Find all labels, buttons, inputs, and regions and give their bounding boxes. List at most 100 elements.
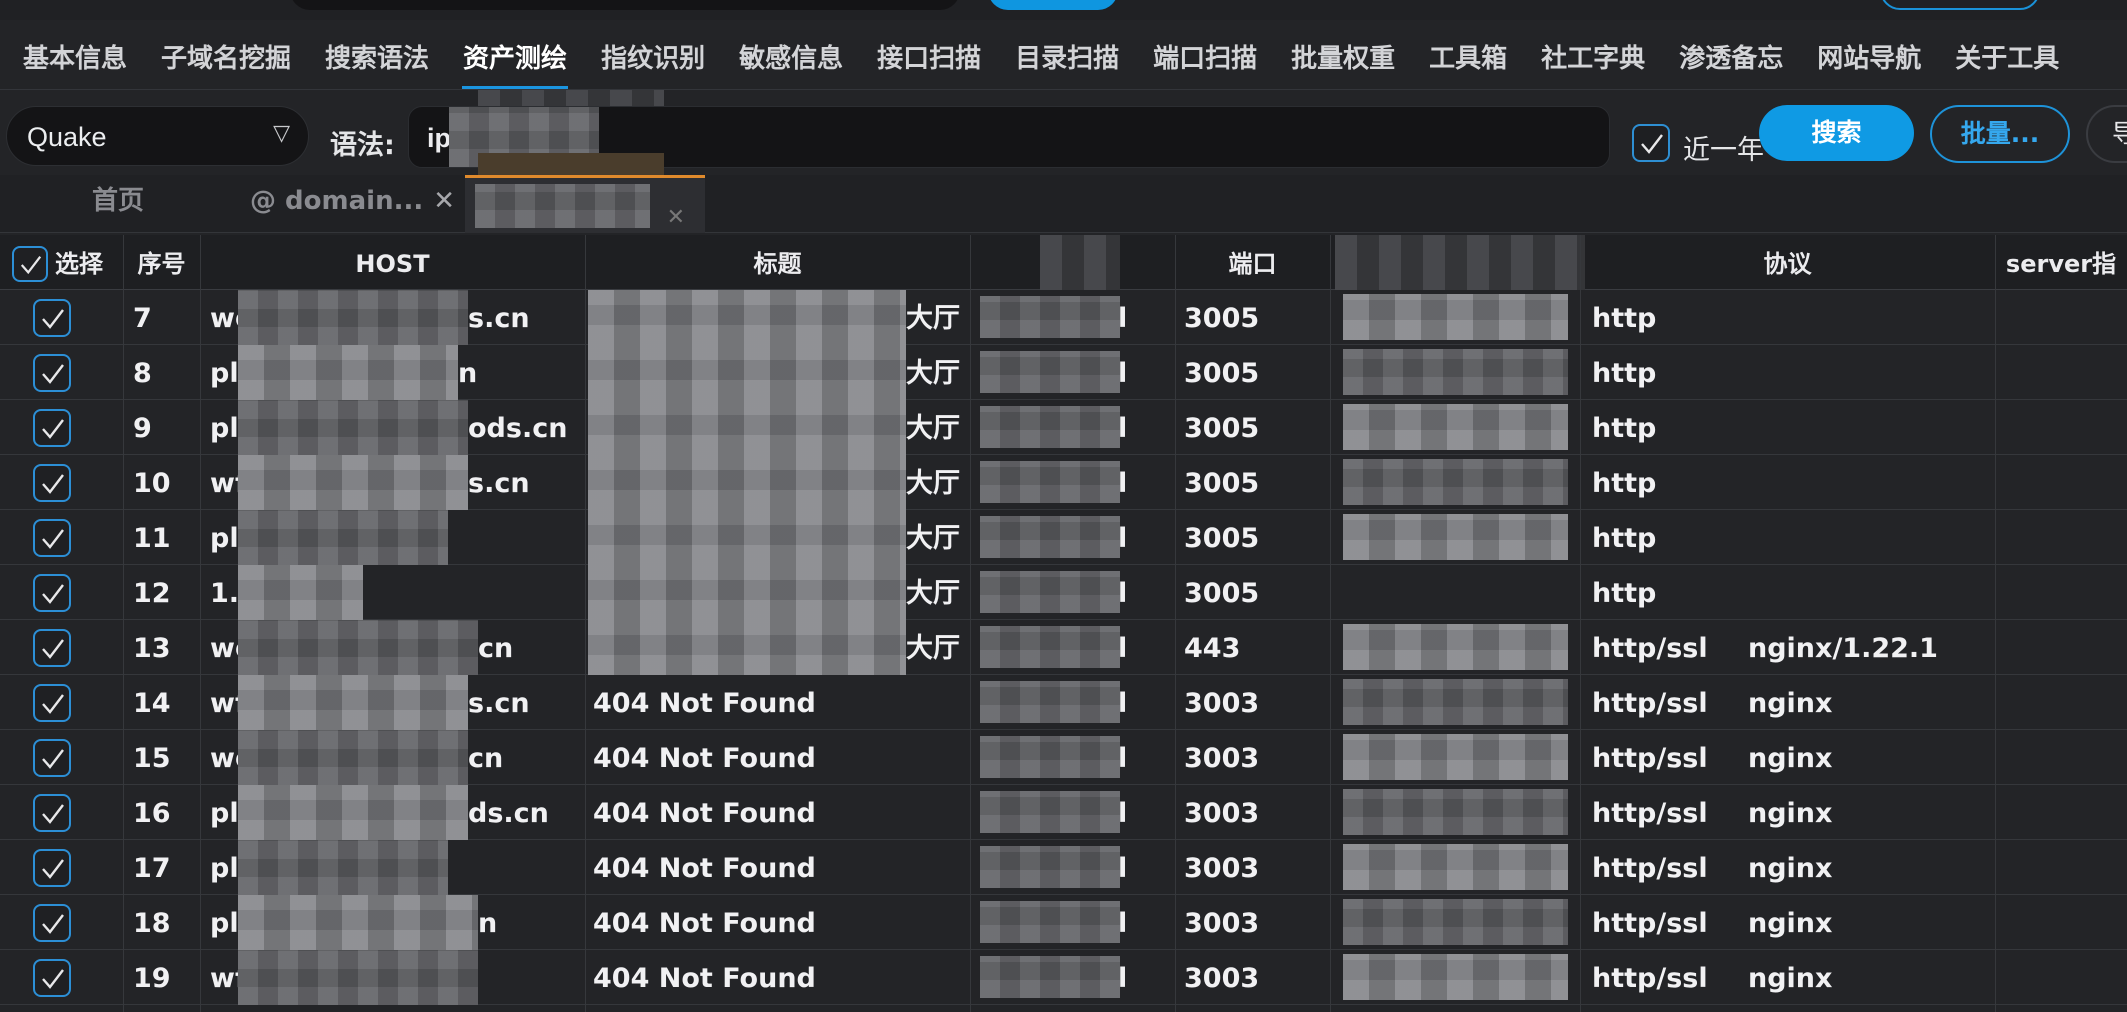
row-checkbox[interactable] [33, 629, 71, 667]
row-checkbox[interactable] [33, 794, 71, 832]
table-row[interactable]: 11 pl 大厅 l 3005 http [0, 510, 2127, 565]
tab-10[interactable]: 工具箱 [1418, 20, 1518, 90]
table-row[interactable]: 9 pl ods.cn 大厅 l 3005 http [0, 400, 2127, 455]
row-checkbox[interactable] [33, 904, 71, 942]
redacted-title [588, 510, 906, 565]
row-title: 404 Not Found [593, 798, 816, 829]
tab-3[interactable]: 资产测绘 [452, 20, 578, 90]
table-row[interactable]: 16 pl ds.cn 404 Not Found l 3003 http/ssl nginx [0, 785, 2127, 840]
row-protocol: http/ssl [1592, 853, 1708, 884]
row-checkbox[interactable] [33, 354, 71, 392]
table-row[interactable]: 10 wf s.cn 大厅 l 3005 http [0, 455, 2127, 510]
table-row[interactable]: 19 wf 404 Not Found l 3003 http/ssl nginx [0, 950, 2127, 1005]
row-protocol: http [1592, 358, 1657, 389]
batch-button[interactable]: 批量... [1930, 105, 2070, 163]
column-divider [1995, 235, 1996, 1012]
row-number: 7 [133, 303, 152, 334]
main-nav-tabs: 基本信息 子域名挖掘 搜索语法 资产测绘 指纹识别 敏感信息 接口扫描 目录扫描 端口扫描 批量权… [0, 20, 2127, 90]
row-port: 3003 [1184, 798, 1260, 829]
redacted-field [1343, 679, 1568, 725]
row-protocol: http [1592, 413, 1657, 444]
row-server-fingerprint: nginx [1748, 908, 1833, 939]
column-header[interactable]: 标题 [585, 235, 970, 290]
row-checkbox[interactable] [33, 959, 71, 997]
tab-2[interactable]: 搜索语法 [314, 20, 440, 90]
row-number: 8 [133, 358, 152, 389]
row-ip-tail: l [1118, 413, 1128, 444]
row-checkbox[interactable] [33, 464, 71, 502]
host-suffix: s.cn [468, 468, 530, 499]
row-protocol: http [1592, 468, 1657, 499]
engine-select[interactable]: Quake ▽ [6, 106, 309, 166]
redacted-field [1343, 899, 1568, 945]
column-header[interactable]: 序号 [123, 235, 200, 290]
table-row[interactable]: 12 1. 大厅 l 3005 http [0, 565, 2127, 620]
redacted-area [478, 153, 664, 175]
row-port: 3005 [1184, 303, 1260, 334]
search-button[interactable]: 搜索 [1759, 105, 1914, 161]
row-checkbox[interactable] [33, 574, 71, 612]
row-checkbox[interactable] [33, 519, 71, 557]
row-port: 3005 [1184, 358, 1260, 389]
redacted-host [238, 730, 468, 785]
table-row[interactable]: 13 wo cn 大厅 l 443 http/ssl nginx/1.22.1 [0, 620, 2127, 675]
redacted-title [588, 345, 906, 400]
tab-13[interactable]: 网站导航 [1806, 20, 1932, 90]
tab-4[interactable]: 指纹识别 [590, 20, 716, 90]
tab-12[interactable]: 渗透备忘 [1668, 20, 1794, 90]
row-number: 16 [133, 798, 171, 829]
row-title: 大厅 [906, 468, 960, 499]
row-checkbox[interactable] [33, 299, 71, 337]
table-row[interactable]: 15 wo cn 404 Not Found l 3003 http/ssl nginx [0, 730, 2127, 785]
row-protocol: http/ssl [1592, 688, 1708, 719]
table-row[interactable]: 14 wf s.cn 404 Not Found l 3003 http/ssl nginx [0, 675, 2127, 730]
redacted-ip [980, 516, 1120, 558]
column-header[interactable]: HOST [200, 235, 585, 290]
row-checkbox[interactable] [33, 684, 71, 722]
redacted-title [588, 400, 906, 455]
redacted-field [1343, 789, 1568, 835]
row-title: 404 Not Found [593, 963, 816, 994]
row-protocol: http/ssl [1592, 633, 1708, 664]
select-all-checkbox[interactable] [12, 246, 48, 282]
top-toolbar-strip [0, 0, 2127, 20]
recent-year-checkbox[interactable] [1632, 124, 1670, 162]
row-checkbox[interactable] [33, 739, 71, 777]
tab-8[interactable]: 端口扫描 [1142, 20, 1268, 90]
row-checkbox[interactable] [33, 409, 71, 447]
tab-6[interactable]: 接口扫描 [866, 20, 992, 90]
redacted-field [1343, 624, 1568, 670]
row-checkbox[interactable] [33, 849, 71, 887]
top-input-partial[interactable] [290, 0, 960, 10]
row-port: 3003 [1184, 908, 1260, 939]
row-title: 大厅 [906, 523, 960, 554]
redacted-ip [980, 846, 1120, 888]
tab-1[interactable]: 子域名挖掘 [150, 20, 302, 90]
top-button-partial[interactable] [988, 0, 1118, 10]
close-icon[interactable]: ✕ [433, 186, 455, 216]
export-button[interactable]: 导 [2086, 105, 2127, 163]
table-row[interactable]: 7 wo s.cn 大厅 l 3005 http [0, 290, 2127, 345]
row-server-fingerprint [1748, 510, 1988, 565]
column-header[interactable]: 协议 [1580, 235, 1995, 290]
tab-9[interactable]: 批量权重 [1280, 20, 1406, 90]
table-row[interactable]: 17 pl 404 Not Found l 3003 http/ssl nginx [0, 840, 2127, 895]
tab-home[interactable]: 首页 [92, 175, 144, 233]
tab-domain[interactable]: @ domain... ✕ [250, 175, 455, 233]
tab-7[interactable]: 目录扫描 [1004, 20, 1130, 90]
table-row[interactable]: 18 pl n 404 Not Found l 3003 http/ssl nginx [0, 895, 2127, 950]
column-header[interactable]: 端口 [1175, 235, 1330, 290]
row-server-fingerprint [1748, 455, 1988, 510]
top-outline-button-partial[interactable] [1880, 0, 2040, 10]
row-server-fingerprint: nginx/1.22.1 [1748, 633, 1938, 664]
redacted-ip [980, 406, 1120, 448]
check-icon [42, 529, 64, 549]
tab-11[interactable]: 社工字典 [1530, 20, 1656, 90]
tab-0[interactable]: 基本信息 [12, 20, 138, 90]
column-header[interactable]: server指纹 [1995, 235, 2127, 336]
table-row[interactable]: 8 pl n 大厅 l 3005 http [0, 345, 2127, 400]
tab-5[interactable]: 敏感信息 [728, 20, 854, 90]
tab-current-query[interactable]: ✕ [465, 175, 705, 233]
tab-14[interactable]: 关于工具 [1944, 20, 2070, 90]
row-number: 10 [133, 468, 171, 499]
